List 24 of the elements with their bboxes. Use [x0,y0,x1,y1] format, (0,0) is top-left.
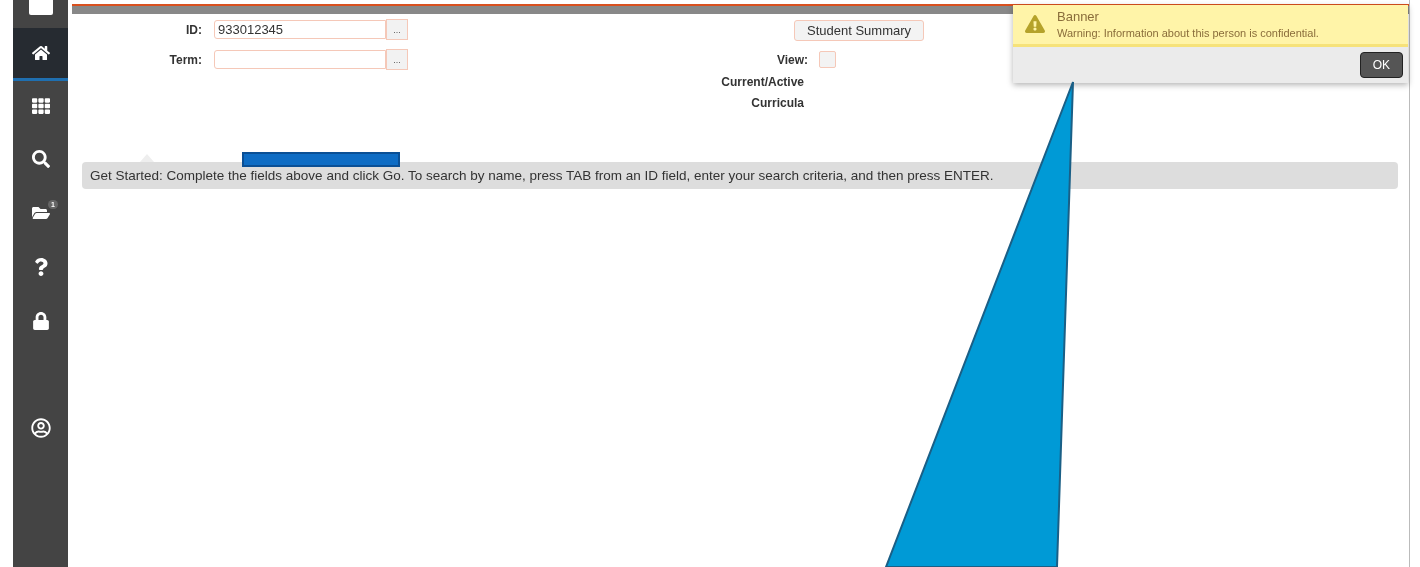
notification-title: Banner [1057,9,1100,24]
search-icon [31,150,50,168]
grid-icon [31,96,50,115]
field-label: Current/Active [720,75,804,89]
input-field[interactable]: 933012345 [214,20,386,39]
student-summary-button[interactable]: Student Summary [794,20,925,41]
lookup-button[interactable]: ... [386,19,408,40]
view-label: View: [775,52,808,67]
field-label: ID: [185,22,202,37]
warning-icon [1025,14,1045,34]
home-icon [31,44,50,62]
input-field[interactable] [214,50,386,69]
view-checkbox[interactable] [819,51,836,68]
folder-icon [31,204,50,222]
sidebar-item[interactable] [13,28,68,81]
app-icon [27,0,54,17]
field-label: Term: [168,52,202,67]
notification-message: Warning: Information about this person is confidential. [1057,27,1319,39]
field-label: Curricula [750,96,804,110]
user-icon [30,417,51,438]
ok-button[interactable]: OK [1359,52,1403,78]
hint-text: Get Started: Complete the fields above and click Go. To search by name, press TAB from an ID field, enter your search criteria, and then press ENTER. [82,162,1398,189]
lookup-button[interactable]: ... [386,49,408,70]
lock-icon [31,311,50,330]
